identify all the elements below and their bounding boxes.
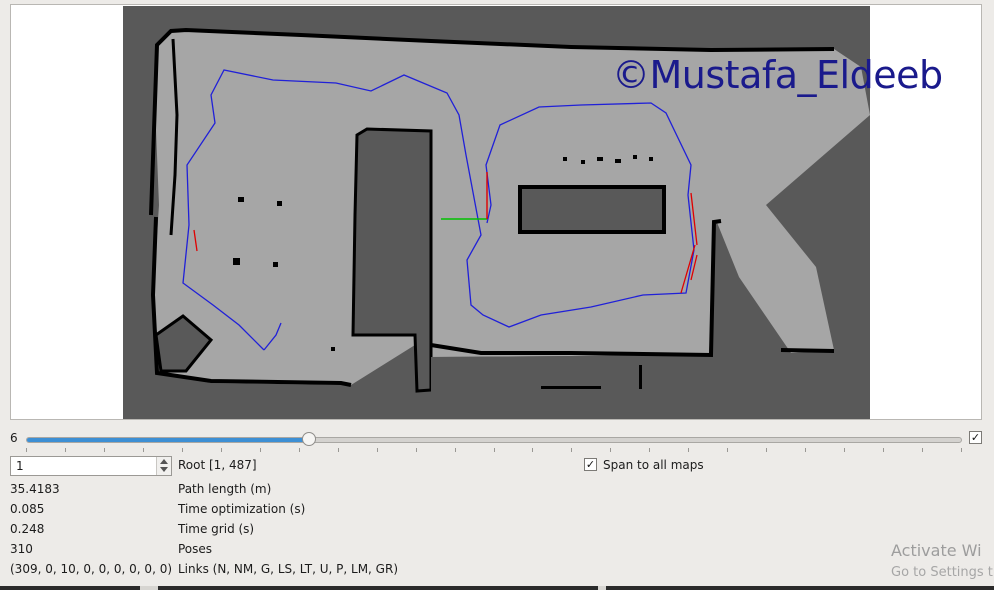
slider-tick [922, 448, 924, 452]
stat-label-path-length: Path length (m) [178, 482, 272, 496]
slider-tick [64, 448, 66, 452]
slider-tick [610, 448, 612, 452]
slider-tick [766, 448, 768, 452]
root-label: Root [1, 487] [178, 458, 257, 472]
stat-value-time-grid: 0.248 [10, 522, 45, 536]
slider-tick [259, 448, 261, 452]
stat-label-links: Links (N, NM, G, LS, LT, U, P, LM, GR) [178, 562, 399, 576]
slider-checkbox[interactable]: ✓ [969, 431, 982, 444]
slider-tick [337, 448, 339, 452]
stat-value-path-length: 35.4183 [10, 482, 60, 496]
span-to-all-maps-checkbox[interactable]: ✓ [584, 458, 597, 471]
span-to-all-maps-label[interactable]: Span to all maps [603, 458, 704, 472]
slider-tick [220, 448, 222, 452]
slider-tick [142, 448, 144, 452]
map-slider-track[interactable] [26, 437, 962, 443]
stat-value-links: (309, 0, 10, 0, 0, 0, 0, 0, 0) [10, 562, 173, 576]
slider-tick [181, 448, 183, 452]
stat-value-poses: 310 [10, 542, 33, 556]
slider-tick [298, 448, 300, 452]
node-id-value: 1 [16, 459, 24, 473]
slider-tick [26, 448, 27, 452]
watermark-text: ©Mustafa_Eldeeb [612, 53, 943, 97]
activate-windows-title: Activate Wi [891, 541, 982, 560]
slider-tick [883, 448, 885, 452]
slider-tick [844, 448, 846, 452]
slider-ticks [26, 448, 962, 453]
spin-down-icon[interactable] [160, 467, 168, 472]
slider-tick [103, 448, 105, 452]
slider-tick [961, 448, 962, 452]
slider-tick [649, 448, 651, 452]
activate-windows-subtitle: Go to Settings t [891, 565, 993, 580]
bottom-bar-segment-left [0, 586, 140, 590]
slider-value-label: 6 [10, 431, 18, 445]
node-id-spinbox[interactable]: 1 [10, 456, 172, 476]
slider-tick [493, 448, 495, 452]
stat-label-poses: Poses [178, 542, 213, 556]
bottom-bar-segment-right [606, 586, 994, 590]
slider-handle[interactable] [301, 432, 316, 446]
slider-tick [571, 448, 573, 452]
stat-value-time-optimization: 0.085 [10, 502, 45, 516]
slider-tick [532, 448, 534, 452]
bottom-bar-segment-middle [158, 586, 598, 590]
map-view[interactable]: ©Mustafa_Eldeeb [10, 4, 982, 420]
slider-fill [27, 438, 310, 442]
slider-tick [805, 448, 807, 452]
slider-tick [415, 448, 417, 452]
stat-label-time-grid: Time grid (s) [178, 522, 255, 536]
map-corridor-wall [780, 348, 835, 353]
slider-tick [454, 448, 456, 452]
slider-tick [376, 448, 378, 452]
spinbox-buttons[interactable] [156, 457, 171, 475]
stat-label-time-optimization: Time optimization (s) [178, 502, 306, 516]
spin-up-icon[interactable] [160, 459, 168, 464]
slider-tick [688, 448, 690, 452]
slider-tick [727, 448, 729, 452]
map-island-room [518, 185, 666, 234]
